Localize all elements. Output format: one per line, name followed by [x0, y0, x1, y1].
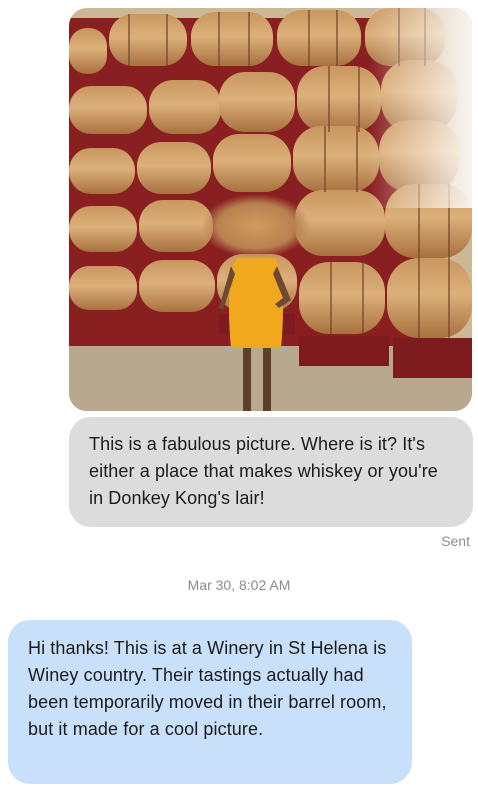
shared-photo[interactable]: [69, 8, 472, 411]
message-status: Sent: [441, 533, 470, 549]
incoming-message-bubble[interactable]: Hi thanks! This is at a Winery in St Hel…: [8, 620, 412, 784]
outgoing-message-bubble[interactable]: This is a fabulous picture. Where is it?…: [69, 417, 473, 527]
message-thread: This is a fabulous picture. Where is it?…: [0, 0, 478, 790]
incoming-message-text: Hi thanks! This is at a Winery in St Hel…: [28, 638, 387, 739]
outgoing-message-text: This is a fabulous picture. Where is it?…: [89, 434, 438, 508]
conversation-timestamp: Mar 30, 8:02 AM: [187, 577, 291, 593]
